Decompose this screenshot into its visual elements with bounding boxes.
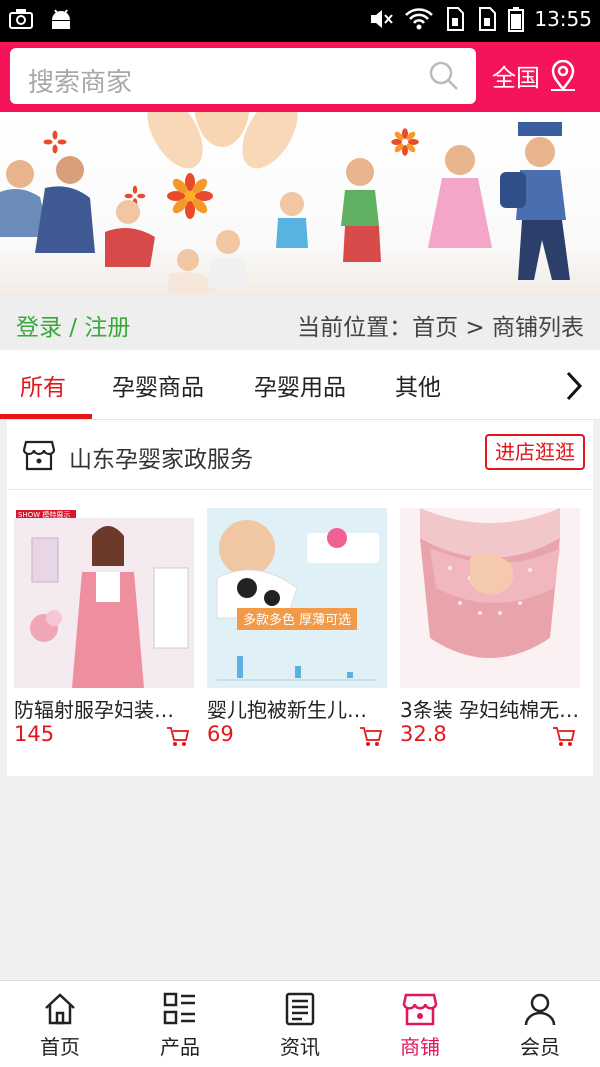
breadcrumb: 当前位置：首页 > 商铺列表 [297,315,584,341]
active-tab-indicator [0,414,92,419]
clock: 13:55 [534,7,592,31]
banner-illustration [0,112,570,294]
app-header: 搜索商家 全国 [0,42,600,112]
product-price: 69 [207,722,234,746]
storefront-icon [23,440,55,471]
nav-shops[interactable]: 商铺 [360,991,480,1060]
promo-banner[interactable] [0,112,600,296]
tab-other[interactable]: 其他 [395,368,441,402]
user-icon [524,993,556,1026]
product-title: 防辐射服孕妇装… [14,698,174,722]
category-tabs: 所有 孕婴商品 孕婴用品 其他 [0,350,600,420]
nav-products[interactable]: 产品 [120,991,240,1060]
cart-icon[interactable] [359,726,383,748]
location-pin-icon [551,59,575,91]
grid-list-icon [163,992,195,1025]
tab-all[interactable]: 所有 [20,368,66,402]
shop-name: 山东孕婴家政服务 [69,447,253,473]
search-placeholder: 搜索商家 [28,68,133,98]
product-image [400,508,580,688]
android-icon [52,9,70,29]
product-image: 多款多色 厚薄可选 [207,508,387,688]
status-bar: 13:55 [0,0,600,42]
nav-label: 会员 [520,1035,560,1059]
sim1-icon [447,7,465,31]
camera-icon [9,9,33,29]
nav-member[interactable]: 会员 [480,991,600,1060]
tab-maternal-supplies[interactable]: 孕婴用品 [254,368,346,402]
image-caption: 多款多色 厚薄可选 [243,612,351,628]
nav-news[interactable]: 资讯 [240,991,360,1060]
product-title: 婴儿抱被新生儿… [207,698,367,722]
breadcrumb-bar: 登录 / 注册 当前位置：首页 > 商铺列表 [0,296,600,350]
battery-icon [508,7,525,32]
login-register-link[interactable]: 登录 / 注册 [16,308,130,342]
home-icon [45,993,75,1025]
mute-icon [371,10,394,28]
search-input[interactable]: 搜索商家 [10,48,476,104]
shop-header[interactable]: 山东孕婴家政服务 进店逛逛 [7,420,593,490]
nav-label: 资讯 [280,1035,320,1059]
sim2-icon [479,7,497,31]
product-price: 32.8 [400,722,447,746]
wifi-icon [405,8,434,30]
region-selector[interactable]: 全国 [492,58,578,93]
product-title: 3条装 孕妇纯棉无… [400,698,580,722]
search-icon[interactable] [428,60,460,92]
region-label: 全国 [492,64,540,92]
shop-card: 山东孕婴家政服务 进店逛逛 SHOW 模特展示 防辐射服孕妇装… 145 多款多… [7,420,593,776]
nav-label: 首页 [40,1035,80,1059]
nav-label: 产品 [160,1035,200,1059]
cart-icon[interactable] [552,726,576,748]
shop-icon [402,993,438,1026]
product-image: SHOW 模特展示 [14,508,194,688]
chevron-right-icon[interactable] [564,370,584,402]
image-caption: SHOW 模特展示 [18,510,70,519]
tab-maternal-goods[interactable]: 孕婴商品 [112,368,204,402]
cart-icon[interactable] [166,726,190,748]
nav-label: 商铺 [400,1035,440,1059]
product-price: 145 [14,722,55,746]
visit-shop-button[interactable]: 进店逛逛 [485,434,585,470]
bottom-navigation: 首页 产品 资讯 商铺 会员 [0,980,600,1067]
news-icon [285,992,315,1026]
nav-home[interactable]: 首页 [0,991,120,1060]
